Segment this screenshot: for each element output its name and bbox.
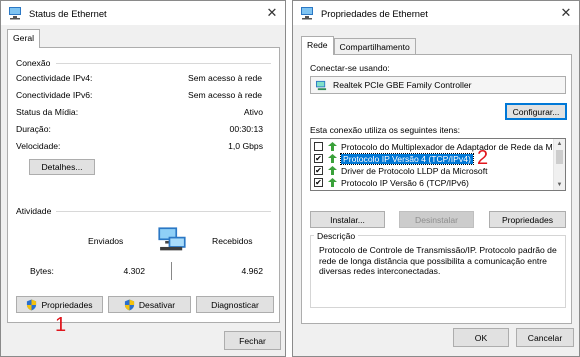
item-label: Protocolo do Multiplexador de Adaptador … [341,141,553,152]
checkbox[interactable] [314,142,323,151]
window-title: Status de Ethernet [29,7,107,19]
annotation-2: 2 [477,147,489,169]
description-header: Descrição [314,231,359,241]
properties-button[interactable]: Propriedades [16,296,103,313]
ipv6-label: Conectividade IPv6: [16,90,93,100]
ipv4-value: Sem acesso à rede [188,73,263,83]
media-status-label: Status da Mídia: [16,107,79,117]
list-item[interactable]: Protocolo do Multiplexador de Adaptador … [314,141,553,152]
bytes-sent-value: 4.302 [123,266,145,276]
scroll-down-icon[interactable]: ▼ [554,180,565,190]
install-button[interactable]: Instalar... [310,211,385,228]
bytes-received-value: 4.962 [241,266,263,276]
activity-header: Atividade [16,206,52,216]
title-bar: Propriedades de Ethernet ✕ [293,1,579,25]
ethernet-properties-window: Propriedades de Ethernet ✕ Rede Comparti… [292,0,580,357]
network-adapter-icon [316,80,327,90]
separator-bar [171,262,172,280]
media-status-value: Ativo [243,107,263,117]
properties-label: Propriedades [41,299,93,310]
list-item[interactable]: ✔ Protocolo IP Versão 4 (TCP/IPv4) [314,152,551,165]
ipv6-value: Sem acesso à rede [188,90,263,100]
protocol-icon [328,154,337,163]
annotation-1: 1 [55,314,67,336]
network-activity-icon [158,227,186,251]
close-button[interactable]: Fechar [224,331,281,350]
disable-label: Desativar [138,299,176,310]
bytes-label: Bytes: [30,266,54,276]
adapter-box: Realtek PCIe GBE Family Controller [310,76,566,94]
protocol-icon [328,166,337,175]
checkbox[interactable]: ✔ [314,178,323,187]
adapter-name: Realtek PCIe GBE Family Controller [333,80,472,90]
network-icon [301,7,313,20]
duration-value: 00:30:13 [229,124,263,134]
divider [56,211,271,212]
description-text: Protocolo de Controle de Transmissão/IP.… [319,245,557,276]
duration-label: Duração: [16,124,51,134]
item-label-selected: Protocolo IP Versão 4 (TCP/IPv4) [340,152,474,165]
close-icon[interactable]: ✕ [553,5,579,21]
general-panel: Conexão Conectividade IPv4: Sem acesso à… [7,47,280,323]
list-item[interactable]: ✔ Driver de Protocolo LLDP da Microsoft [314,165,551,176]
speed-label: Velocidade: [16,141,61,151]
title-bar: Status de Ethernet ✕ [1,1,285,25]
network-icon [9,7,21,20]
tab-strip: Rede Compartilhamento [301,36,416,55]
shield-icon [124,299,134,310]
details-button[interactable]: Detalhes... [29,159,95,175]
tab-strip: Geral [7,29,41,48]
checkbox[interactable]: ✔ [314,166,323,175]
shield-icon [27,299,37,310]
tab-general[interactable]: Geral [7,29,41,48]
connect-using-label: Conectar-se usando: [310,63,390,73]
received-label: Recebidos [212,236,253,246]
tab-network[interactable]: Rede [301,36,334,55]
protocol-icon [328,142,337,151]
list-item[interactable]: ✔ Protocolo IP Versão 6 (TCP/IPv6) [314,177,551,188]
protocol-icon [328,178,337,187]
uninstall-button[interactable]: Desinstalar [399,211,474,228]
speed-value: 1,0 Gbps [228,141,263,151]
tab-sharing[interactable]: Compartilhamento [333,38,416,55]
close-icon[interactable]: ✕ [259,5,285,21]
item-label: Driver de Protocolo LLDP da Microsoft [341,165,488,176]
divider [56,63,271,64]
checkbox[interactable]: ✔ [314,154,323,163]
scroll-thumb[interactable] [556,150,563,164]
sent-label: Enviados [88,236,124,246]
scrollbar[interactable]: ▲ ▼ [553,139,565,190]
disable-button[interactable]: Desativar [108,296,191,313]
configure-button[interactable]: Configurar... [505,103,567,120]
connection-header: Conexão [16,58,51,68]
ethernet-status-window: Status de Ethernet ✕ Geral Conexão Conec… [0,0,286,357]
items-label: Esta conexão utiliza os seguintes itens: [310,125,461,135]
ipv4-label: Conectividade IPv4: [16,73,93,83]
scroll-up-icon[interactable]: ▲ [554,139,565,149]
item-properties-button[interactable]: Propriedades [489,211,566,228]
window-title: Propriedades de Ethernet [321,7,428,19]
ok-button[interactable]: OK [453,328,509,347]
network-panel: Conectar-se usando: Realtek PCIe GBE Fam… [301,54,572,324]
items-list[interactable]: Protocolo do Multiplexador de Adaptador … [310,138,566,191]
item-label: Protocolo IP Versão 6 (TCP/IPv6) [341,177,469,188]
cancel-button[interactable]: Cancelar [516,328,574,347]
diagnose-button[interactable]: Diagnosticar [196,296,274,313]
